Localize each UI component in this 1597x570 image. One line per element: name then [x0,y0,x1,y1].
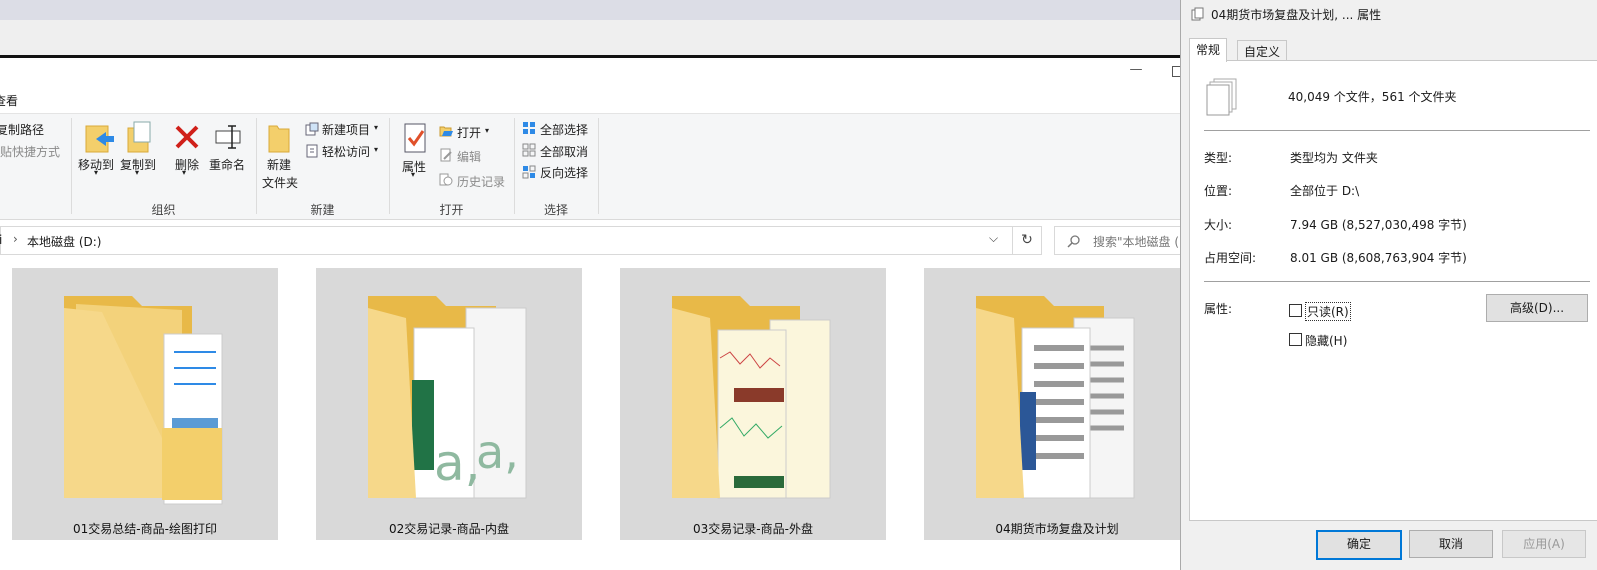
chevron-down-icon: ▾ [135,168,140,177]
breadcrumb-separator: › [13,232,18,246]
rename-button[interactable]: 重命名 [209,156,245,173]
dialog-title: 04期货市场复盘及计划, ... 属性 [1211,8,1382,22]
folder-icon: a, a, [368,296,527,499]
menu-view[interactable]: 查看 [0,92,18,109]
new-folder-icon [268,125,290,153]
folder-icon [64,296,223,505]
group-new-label: 新建 [310,203,335,217]
new-item-icon [305,122,319,136]
minimize-button[interactable]: — [1128,62,1144,80]
advanced-button[interactable]: 高级(D)... [1486,294,1588,322]
location-value: 全部位于 D:\ [1290,184,1360,198]
easy-access-icon [306,144,318,158]
properties-icon [404,123,426,153]
new-folder-button[interactable]: 新建 [267,156,291,173]
group-open-label: 打开 [439,203,464,217]
delete-icon [175,125,199,149]
size-on-disk-label: 占用空间: [1204,251,1257,265]
group-organize-label: 组织 [151,203,176,217]
folder-tile[interactable]: a, a, 02交易记录-商品-内盘 [316,268,582,540]
type-value: 类型均为 文件夹 [1290,151,1378,165]
type-label: 类型: [1204,151,1233,165]
size-value: 7.94 GB (8,527,030,498 字节) [1290,218,1467,232]
edit-button[interactable]: 编辑 [457,148,481,165]
general-panel: 40,049 个文件，561 个文件夹 类型: 类型均为 文件夹 位置: 全部位… [1189,60,1597,521]
copy-to-icon [127,121,151,153]
select-none-button[interactable]: 全部取消 [540,143,588,160]
copy-path-button[interactable]: 复制路径 [0,121,44,138]
folder-name: 01交易总结-商品-绘图打印 [73,522,217,536]
history-icon [439,173,453,186]
invert-selection-button[interactable]: 反向选择 [540,164,588,181]
background-window-strip [0,0,1200,20]
paste-shortcut-button[interactable]: 粘贴快捷方式 [0,143,60,160]
ribbon: 复制路径 粘贴快捷方式 移动到 ▾ 复制到 ▾ 删除 ▾ 重命名 组织 新建 文… [0,113,1190,220]
svg-text:a,: a, [434,434,481,492]
explorer-titlebar [0,58,1200,88]
invert-selection-icon [522,165,536,179]
cancel-button[interactable]: 取消 [1409,530,1493,558]
chevron-down-icon: ▾ [411,170,416,179]
address-bar[interactable]: i › 本地磁盘 (D:) ⌵ [0,226,1014,255]
hidden-checkbox[interactable] [1289,333,1302,346]
file-count-summary: 40,049 个文件，561 个文件夹 [1288,90,1457,104]
size-label: 大小: [1204,218,1233,232]
chevron-down-icon: ▾ [374,145,379,154]
properties-dialog: 04期货市场复盘及计划, ... 属性 常规 自定义 40,049 个文件，56… [1180,0,1597,570]
chevron-down-icon: ▾ [94,168,99,177]
documents-icon [1191,7,1204,21]
delete-button[interactable]: 删除 [175,156,199,173]
readonly-label[interactable]: 只读(R) [1305,302,1351,321]
multiple-files-icon [1206,78,1237,116]
group-select-label: 选择 [543,203,568,217]
folder-icon [976,296,1135,499]
select-all-button[interactable]: 全部选择 [540,121,588,138]
chevron-down-icon[interactable]: ⌵ [989,231,998,246]
background-toolbar [0,20,1200,57]
breadcrumb-location[interactable]: 本地磁盘 (D:) [27,233,101,250]
history-button[interactable]: 历史记录 [457,173,505,190]
folder-name: 04期货市场复盘及计划 [995,522,1119,536]
hidden-label[interactable]: 隐藏(H) [1305,332,1347,349]
size-on-disk-value: 8.01 GB (8,608,763,904 字节) [1290,251,1467,265]
refresh-button[interactable]: ↻ [1012,226,1042,255]
folder-name: 02交易记录-商品-内盘 [389,522,509,536]
address-prefix: i [0,233,3,247]
move-to-icon [85,125,114,153]
select-all-icon [523,122,535,134]
new-folder-button-line2: 文件夹 [262,176,299,190]
tab-general[interactable]: 常规 [1189,38,1228,62]
select-none-icon [522,143,536,157]
search-icon [1067,235,1080,248]
edit-icon [440,148,452,162]
easy-access-button[interactable]: 轻松访问 [322,143,370,160]
search-input[interactable]: 搜索"本地磁盘 (D:)" [1054,226,1203,255]
attributes-label: 属性: [1204,302,1233,316]
folder-icon [672,296,831,499]
chevron-down-icon: ▾ [374,123,379,132]
chevron-down-icon: ▾ [182,168,187,177]
folder-tile[interactable]: 01交易总结-商品-绘图打印 [12,268,278,540]
new-item-button[interactable]: 新建项目 [322,121,370,138]
folder-tile[interactable]: 04期货市场复盘及计划 [924,268,1190,540]
rename-icon [215,125,241,149]
readonly-checkbox[interactable] [1289,304,1302,317]
folder-tile[interactable]: 03交易记录-商品-外盘 [620,268,886,540]
apply-button[interactable]: 应用(A) [1502,530,1586,558]
ok-button[interactable]: 确定 [1316,530,1402,560]
chevron-down-icon: ▾ [485,126,490,135]
folder-name: 03交易记录-商品-外盘 [693,522,813,536]
open-icon [439,126,453,137]
open-button[interactable]: 打开 [457,124,481,141]
svg-text:a,: a, [476,425,519,479]
location-label: 位置: [1204,184,1233,198]
